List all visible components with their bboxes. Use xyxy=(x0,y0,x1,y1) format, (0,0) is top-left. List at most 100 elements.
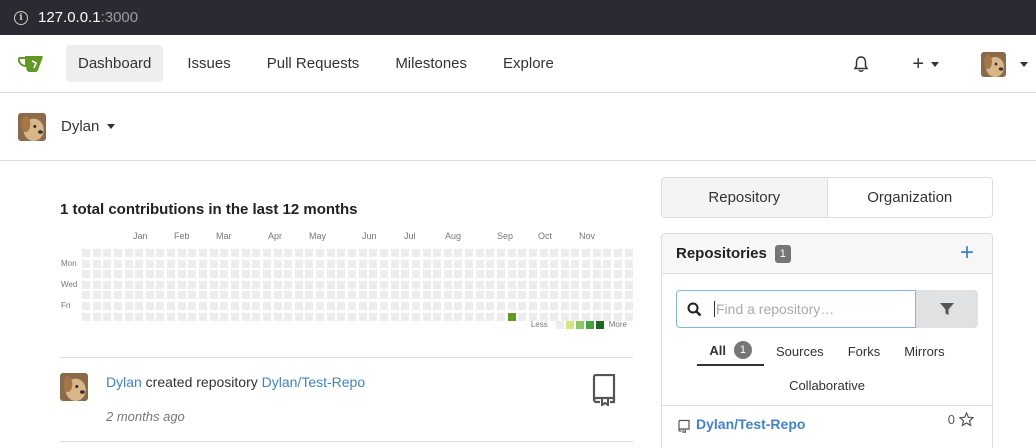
context-user-switcher[interactable]: Dylan xyxy=(0,93,1036,161)
heatmap-cell xyxy=(411,291,420,300)
heatmap-cell xyxy=(592,270,601,279)
repo-link[interactable]: Dylan/Test-Repo xyxy=(696,416,805,432)
month-label: Oct xyxy=(538,231,553,241)
month-label: Mar xyxy=(216,231,232,241)
filter-button[interactable] xyxy=(916,290,978,328)
month-label: Apr xyxy=(268,231,283,241)
heatmap-cell xyxy=(390,312,399,321)
feed-user-link[interactable]: Dylan xyxy=(106,374,142,390)
filter-tab-all[interactable]: All 1 xyxy=(697,336,764,366)
heatmap-cell xyxy=(443,301,452,310)
heatmap-cell xyxy=(230,291,239,300)
heatmap-cell xyxy=(241,312,250,321)
heatmap-cell xyxy=(305,280,314,289)
avatar[interactable] xyxy=(981,51,1006,77)
heatmap-cell xyxy=(401,280,410,289)
heatmap-cell xyxy=(560,259,569,268)
heatmap-cell xyxy=(465,301,474,310)
gitea-logo-icon[interactable] xyxy=(18,53,46,75)
heatmap-cell xyxy=(337,249,346,257)
new-repo-plus-icon[interactable]: + xyxy=(960,241,974,265)
repo-list-item[interactable]: Dylan/Test-Repo 0 xyxy=(662,406,992,442)
heatmap-cell xyxy=(209,259,218,268)
heatmap-cell xyxy=(209,280,218,289)
heatmap-cell xyxy=(199,259,208,268)
create-new-dropdown[interactable]: + xyxy=(912,54,939,74)
heatmap-cell xyxy=(390,249,399,257)
heatmap-cell xyxy=(496,280,505,289)
heatmap-grid xyxy=(82,249,633,321)
heatmap-cell xyxy=(603,270,612,279)
heatmap-cell xyxy=(624,291,633,300)
nav-explore[interactable]: Explore xyxy=(491,45,566,82)
heatmap-cell xyxy=(379,270,388,279)
feed-repo-link[interactable]: Dylan/Test-Repo xyxy=(262,374,366,390)
nav-issues[interactable]: Issues xyxy=(175,45,242,82)
heatmap-cell xyxy=(614,301,623,310)
heatmap-cell xyxy=(603,280,612,289)
heatmap-cell xyxy=(316,291,325,300)
tab-repository[interactable]: Repository xyxy=(662,178,828,217)
filter-tab-mirrors[interactable]: Mirrors xyxy=(892,336,956,366)
avatar[interactable] xyxy=(60,373,88,401)
repo-search-input[interactable]: Find a repository… xyxy=(676,290,916,328)
heatmap-cell xyxy=(518,291,527,300)
nav-pull-requests[interactable]: Pull Requests xyxy=(255,45,372,82)
heatmap-cell xyxy=(401,270,410,279)
heatmap-cell xyxy=(369,280,378,289)
nav-dashboard[interactable]: Dashboard xyxy=(66,45,164,82)
heatmap-cell xyxy=(262,270,271,279)
heatmap-cell xyxy=(486,270,495,279)
heatmap-cell xyxy=(348,270,357,279)
user-menu-dropdown[interactable] xyxy=(981,51,1028,77)
repo-search: Find a repository… xyxy=(676,290,978,328)
heatmap-cell xyxy=(326,270,335,279)
heatmap-cell xyxy=(433,270,442,279)
heatmap-cell xyxy=(582,270,591,279)
heatmap-cell xyxy=(486,312,495,321)
heatmap-cell xyxy=(294,312,303,321)
filter-tab-forks[interactable]: Forks xyxy=(836,336,893,366)
site-info-icon[interactable]: i xyxy=(14,10,28,25)
heatmap-cell xyxy=(539,280,548,289)
heatmap-cell xyxy=(220,291,229,300)
heatmap-cell xyxy=(103,270,112,279)
heatmap-cell xyxy=(496,249,505,257)
heatmap-cell xyxy=(326,301,335,310)
heatmap-cell xyxy=(422,280,431,289)
url-text[interactable]: 127.0.0.1:3000 xyxy=(38,9,138,26)
heatmap-cell xyxy=(379,280,388,289)
heatmap-cell xyxy=(284,291,293,300)
heatmap-cell xyxy=(390,301,399,310)
filter-tab-sources[interactable]: Sources xyxy=(764,336,836,366)
heatmap-cell xyxy=(390,259,399,268)
heatmap-cell xyxy=(305,249,314,257)
heatmap-cell xyxy=(528,280,537,289)
heatmap-cell xyxy=(124,291,133,300)
heatmap-cell xyxy=(135,291,144,300)
heatmap-cell xyxy=(390,280,399,289)
heatmap-cell xyxy=(135,270,144,279)
heatmap-cell xyxy=(305,270,314,279)
heatmap-cell xyxy=(401,291,410,300)
filter-tab-collaborative[interactable]: Collaborative xyxy=(662,378,992,406)
heatmap-cell xyxy=(560,270,569,279)
heatmap-cell xyxy=(284,301,293,310)
heatmap-cell xyxy=(518,270,527,279)
heatmap-cell xyxy=(241,280,250,289)
tab-organization[interactable]: Organization xyxy=(828,178,993,217)
heatmap-cell xyxy=(92,301,101,310)
heatmap-cell xyxy=(230,249,239,257)
browser-url-bar[interactable]: i 127.0.0.1:3000 xyxy=(0,0,1036,35)
nav-milestones[interactable]: Milestones xyxy=(383,45,479,82)
heatmap-cell xyxy=(624,301,633,310)
heatmap-cell xyxy=(145,280,154,289)
heatmap-cell xyxy=(571,280,580,289)
heatmap-cell xyxy=(252,270,261,279)
bell-icon[interactable] xyxy=(852,55,870,73)
heatmap-cell xyxy=(379,291,388,300)
heatmap-cell xyxy=(411,270,420,279)
heatmap-cell xyxy=(177,249,186,257)
heatmap-cell xyxy=(454,301,463,310)
heatmap-cell xyxy=(475,280,484,289)
